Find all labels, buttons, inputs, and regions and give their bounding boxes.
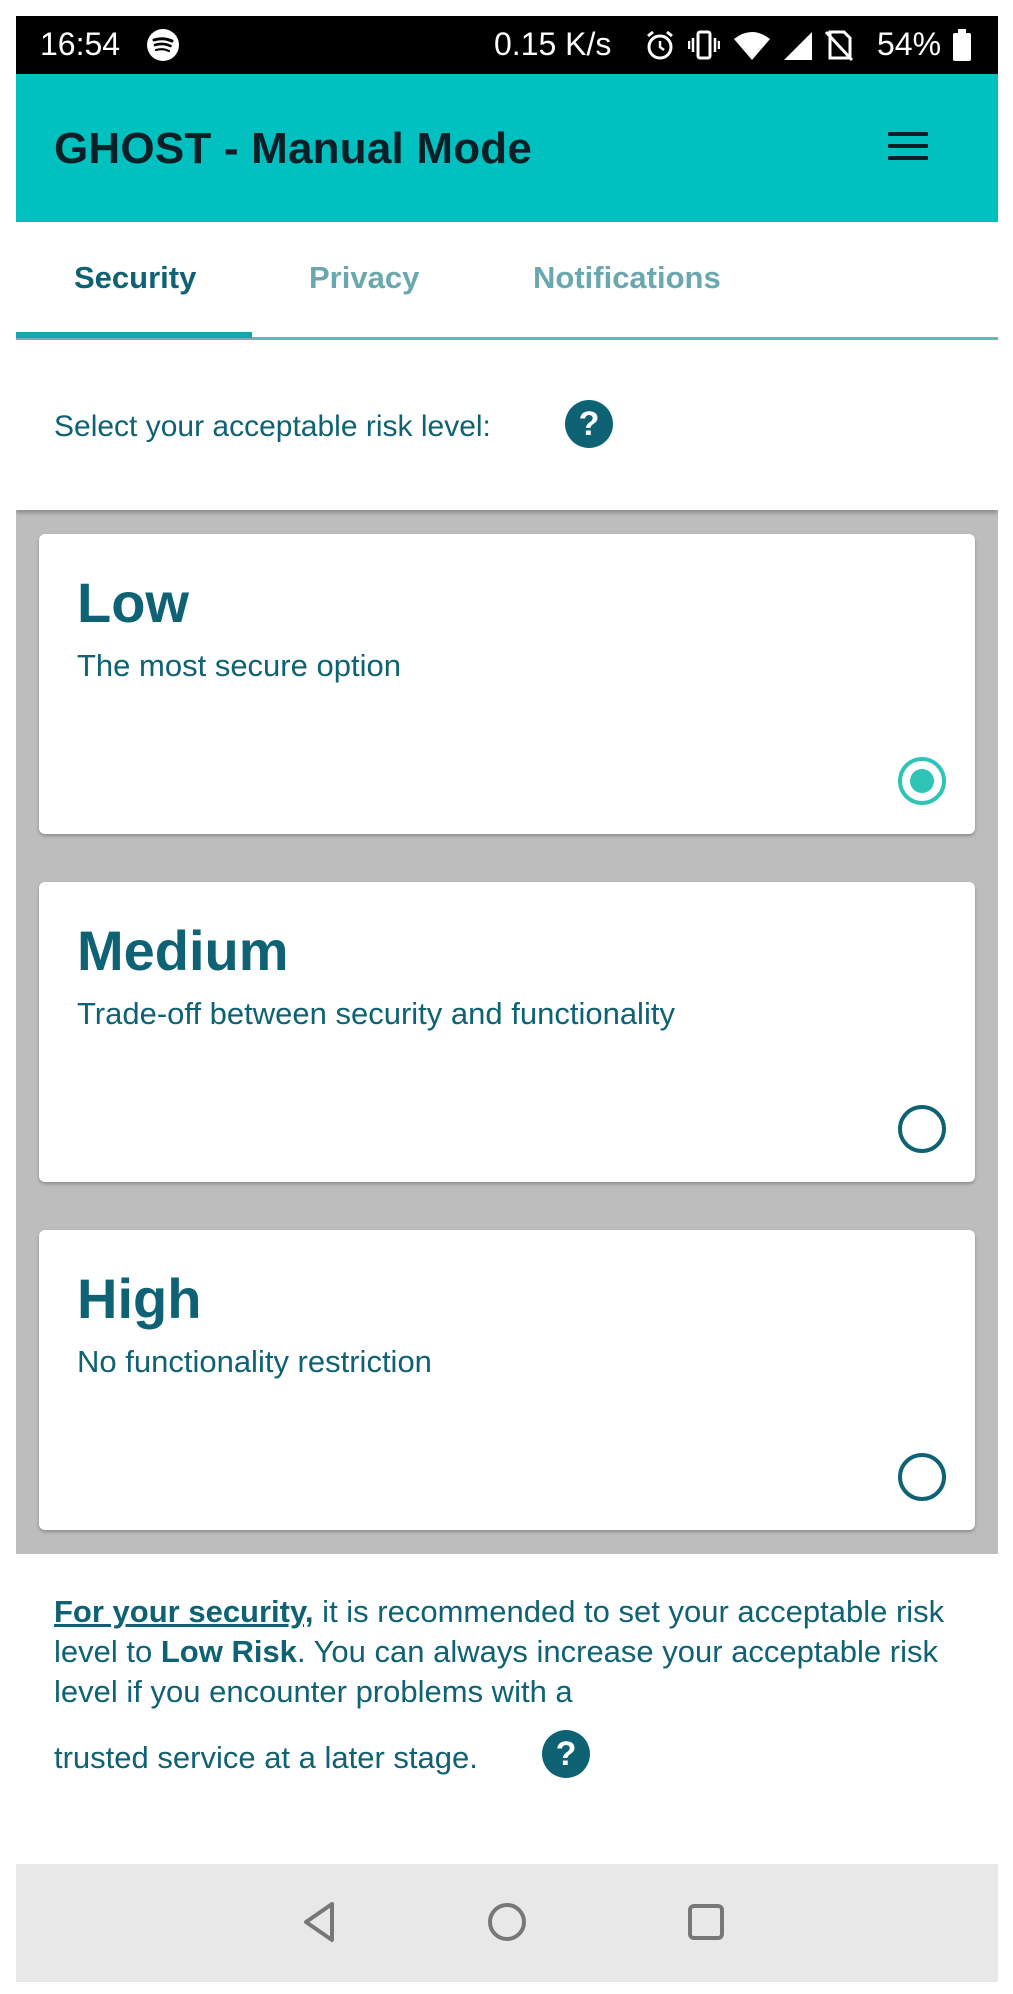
signal-icon [784,32,812,60]
no-sim-icon [824,30,854,62]
option-card-high[interactable]: High No functionality restriction [39,1230,975,1530]
security-link[interactable]: For your security, [54,1594,314,1629]
option-card-low[interactable]: Low The most secure option [39,534,975,834]
recommendation-text: For your security, it is recommended to … [54,1592,954,1712]
battery-icon [953,29,971,61]
network-speed: 0.15 K/s [494,26,612,62]
menu-button[interactable] [874,114,938,178]
recents-icon[interactable] [678,1894,734,1950]
tab-bar: Security Privacy Notifications [16,222,998,340]
option-subtitle: The most secure option [77,648,401,683]
app-bar: GHOST - Manual Mode [16,74,998,222]
radio-high[interactable] [898,1453,946,1501]
wifi-icon [734,32,770,60]
hamburger-menu-icon [888,156,928,160]
risk-level-prompt: Select your acceptable risk level: ? [16,340,998,510]
tab-security[interactable]: Security [74,260,196,296]
option-card-medium[interactable]: Medium Trade-off between security and fu… [39,882,975,1182]
option-subtitle: Trade-off between security and functiona… [77,996,675,1031]
hamburger-menu-icon [888,132,928,136]
recommendation-last-line: trusted service at a later stage. [54,1740,478,1775]
option-title: High [77,1267,202,1330]
active-tab-indicator [16,332,252,338]
radio-low[interactable] [898,757,946,805]
status-time: 16:54 [40,26,121,62]
back-icon[interactable] [292,1894,348,1950]
option-title: Medium [77,919,289,982]
tab-notifications[interactable]: Notifications [533,260,721,296]
option-title: Low [77,571,189,634]
radio-medium[interactable] [898,1105,946,1153]
help-icon[interactable]: ? [542,1730,590,1778]
screen: 16:54 0.15 K/s 54% GHOST - Manual Mode S… [16,16,998,1982]
vibrate-icon [688,30,720,60]
help-icon[interactable]: ? [565,400,613,448]
system-nav-bar [16,1864,998,1982]
battery-percentage: 54% [877,26,942,62]
hamburger-menu-icon [888,144,928,148]
spotify-icon [147,29,179,61]
option-subtitle: No functionality restriction [77,1344,432,1379]
home-icon[interactable] [479,1894,535,1950]
risk-options-list: Low The most secure option Medium Trade-… [16,510,998,1554]
status-bar: 16:54 0.15 K/s 54% [16,16,998,74]
prompt-text: Select your acceptable risk level: [54,410,491,443]
tab-privacy[interactable]: Privacy [309,260,419,296]
recommendation-section: For your security, it is recommended to … [16,1554,998,1844]
alarm-icon [647,30,673,60]
app-title: GHOST - Manual Mode [54,124,533,173]
low-risk-emphasis: Low Risk [160,1634,297,1669]
